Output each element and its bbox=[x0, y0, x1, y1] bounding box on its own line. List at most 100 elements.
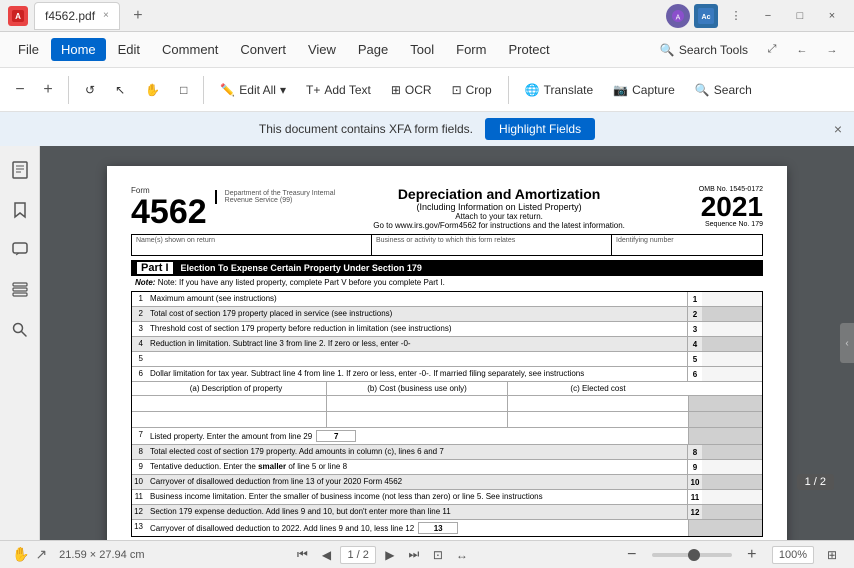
menu-view[interactable]: View bbox=[298, 38, 346, 61]
rotate-left-button[interactable]: ↺ bbox=[77, 78, 103, 102]
more-options-button[interactable]: ⋮ bbox=[722, 2, 750, 30]
capture-icon: 📷 bbox=[613, 83, 628, 97]
svg-text:Ac: Ac bbox=[702, 14, 711, 21]
row-num-5: 5 bbox=[132, 352, 146, 366]
right-panel-handle[interactable]: ‹ bbox=[840, 323, 854, 363]
sidebar-search-icon[interactable] bbox=[4, 314, 36, 346]
minimize-button[interactable]: − bbox=[754, 2, 782, 30]
hand-cursor-icon[interactable]: ✋ bbox=[12, 546, 29, 563]
maximize-button[interactable]: □ bbox=[786, 2, 814, 30]
part1-label: Part I bbox=[137, 262, 173, 274]
menu-tool[interactable]: Tool bbox=[400, 38, 444, 61]
menu-file[interactable]: File bbox=[8, 38, 49, 61]
menu-home[interactable]: Home bbox=[51, 38, 106, 61]
edit-all-button[interactable]: ✏️ Edit All ▾ bbox=[212, 78, 294, 102]
nav-forward-button[interactable]: → bbox=[818, 36, 846, 64]
crop-button[interactable]: ⊡ Crop bbox=[444, 78, 500, 102]
arrow-cursor-icon[interactable]: ↗ bbox=[35, 546, 47, 563]
fit-page-button[interactable]: ⊡ bbox=[428, 545, 448, 565]
first-page-button[interactable]: ⏮ bbox=[292, 545, 312, 565]
row-desc-3: Threshold cost of section 179 property b… bbox=[146, 322, 687, 336]
status-bar: ✋ ↗ 21.59 × 27.94 cm ⏮ ◀ 1 / 2 ▶ ⏭ ⊡ ↔ −… bbox=[0, 540, 854, 568]
prev-page-button[interactable]: ◀ bbox=[316, 545, 336, 565]
add-text-icon: T+ bbox=[306, 83, 320, 97]
status-center: ⏮ ◀ 1 / 2 ▶ ⏭ ⊡ ↔ bbox=[292, 545, 471, 565]
row-box-2 bbox=[702, 307, 762, 321]
edit-icon: ✏️ bbox=[220, 83, 235, 97]
new-tab-button[interactable]: + bbox=[126, 4, 150, 28]
menu-form[interactable]: Form bbox=[446, 38, 496, 61]
page-dimensions: 21.59 × 27.94 cm bbox=[59, 549, 144, 561]
ocr-button[interactable]: ⊞ OCR bbox=[383, 78, 440, 102]
title-bar-left: A f4562.pdf × + bbox=[8, 2, 150, 30]
zoom-percent[interactable]: 100% bbox=[772, 546, 814, 564]
highlight-fields-button[interactable]: Highlight Fields bbox=[485, 118, 595, 140]
capture-button[interactable]: 📷 Capture bbox=[605, 78, 683, 102]
menu-page[interactable]: Page bbox=[348, 38, 398, 61]
zoom-plus-button[interactable]: + bbox=[36, 78, 60, 102]
col-header-b: (b) Cost (business use only) bbox=[327, 382, 508, 395]
cursor-tool-button[interactable]: ↖ bbox=[107, 78, 133, 102]
close-button[interactable]: × bbox=[818, 2, 846, 30]
sidebar-pages-icon[interactable] bbox=[4, 154, 36, 186]
nav-back-button[interactable]: ← bbox=[788, 36, 816, 64]
menu-comment[interactable]: Comment bbox=[152, 38, 228, 61]
zoom-slider-thumb[interactable] bbox=[688, 549, 700, 561]
pdf-tab[interactable]: f4562.pdf × bbox=[34, 2, 120, 30]
left-sidebar bbox=[0, 146, 40, 540]
toolbar-separator-1 bbox=[68, 76, 69, 104]
page-indicator[interactable]: 1 / 2 bbox=[340, 546, 375, 564]
fit-options-button[interactable]: ⊞ bbox=[822, 545, 842, 565]
field1-label: Name(s) shown on return bbox=[136, 237, 367, 244]
zoom-minus-status[interactable]: − bbox=[620, 543, 644, 567]
profile-buttons: A Ac ⋮ − □ × bbox=[666, 2, 846, 30]
acrobat-cloud-icon[interactable]: Ac bbox=[694, 4, 718, 28]
row-box-13 bbox=[688, 520, 762, 536]
blank-row-1 bbox=[132, 396, 762, 412]
revenue-label: Revenue Service (99) bbox=[225, 197, 336, 204]
user-profile-icon[interactable]: A bbox=[666, 4, 690, 28]
fit-width-button[interactable]: ↔ bbox=[452, 545, 472, 565]
pdf-viewer[interactable]: Form 4562 Department of the Treasury Int… bbox=[40, 146, 854, 540]
notification-bar: This document contains XFA form fields. … bbox=[0, 112, 854, 146]
add-text-button[interactable]: T+ Add Text bbox=[298, 78, 379, 102]
row-box-num-5: 5 bbox=[688, 355, 702, 364]
col-header-c: (c) Elected cost bbox=[508, 382, 688, 395]
ocr-icon: ⊞ bbox=[391, 83, 401, 97]
external-link-icon[interactable]: ⤢ bbox=[758, 36, 786, 64]
zoom-minus-button[interactable]: − bbox=[8, 78, 32, 102]
status-right: − + 100% ⊞ bbox=[620, 543, 842, 567]
sidebar-comments-icon[interactable] bbox=[4, 234, 36, 266]
row-num-3: 3 bbox=[132, 322, 146, 336]
row-box-num-dollar: 6 bbox=[688, 370, 702, 379]
tab-close-button[interactable]: × bbox=[103, 10, 109, 21]
shapes-button[interactable]: □ bbox=[172, 78, 195, 102]
search-tools-button[interactable]: 🔍 Search Tools bbox=[652, 38, 756, 62]
next-page-button[interactable]: ▶ bbox=[380, 545, 400, 565]
title-bar: A f4562.pdf × + A Ac ⋮ − □ × bbox=[0, 0, 854, 32]
status-left: ✋ ↗ 21.59 × 27.94 cm bbox=[12, 546, 144, 563]
row-num-dollar: 6 bbox=[132, 367, 146, 381]
cursor-icon: ↖ bbox=[115, 83, 125, 97]
hand-tool-button[interactable]: ✋ bbox=[137, 78, 168, 102]
sidebar-bookmarks-icon[interactable] bbox=[4, 194, 36, 226]
search-button[interactable]: 🔍 Search bbox=[687, 78, 760, 102]
toolbar: − + ↺ ↖ ✋ □ ✏️ Edit All ▾ T+ Add Text ⊞ … bbox=[0, 68, 854, 112]
app-icon: A bbox=[8, 6, 28, 26]
sidebar-layers-icon[interactable] bbox=[4, 274, 36, 306]
row-box-4 bbox=[702, 337, 762, 351]
row-num-1: 1 bbox=[132, 292, 146, 306]
translate-button[interactable]: 🌐 Translate bbox=[517, 78, 602, 102]
zoom-slider[interactable] bbox=[652, 553, 732, 557]
menu-protect[interactable]: Protect bbox=[498, 38, 559, 61]
zoom-plus-status[interactable]: + bbox=[740, 543, 764, 567]
row-desc-2: Total cost of section 179 property place… bbox=[146, 307, 687, 321]
seq-label: Sequence No. 179 bbox=[663, 221, 763, 228]
last-page-button[interactable]: ⏭ bbox=[404, 545, 424, 565]
row-num-4: 4 bbox=[132, 337, 146, 351]
notification-close-button[interactable]: × bbox=[834, 121, 842, 137]
menu-convert[interactable]: Convert bbox=[230, 38, 296, 61]
tab-title: f4562.pdf bbox=[45, 9, 95, 23]
row-num-2: 2 bbox=[132, 307, 146, 321]
menu-edit[interactable]: Edit bbox=[108, 38, 150, 61]
